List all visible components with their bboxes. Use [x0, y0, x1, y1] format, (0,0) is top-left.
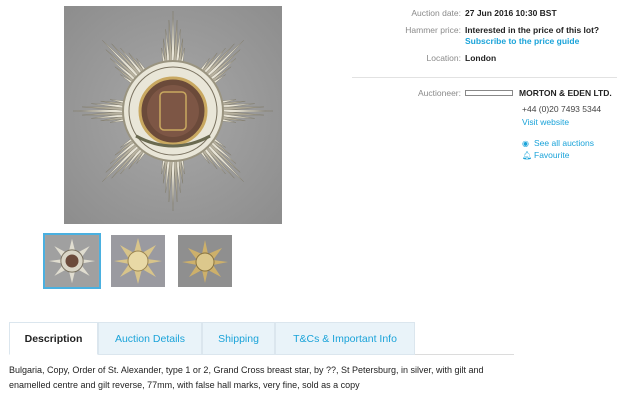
hammer-price-label: Hammer price:	[405, 25, 461, 35]
auctioneer-label: Auctioneer:	[418, 88, 461, 98]
auctioneer-name[interactable]: MORTON & EDEN LTD.	[519, 88, 612, 98]
hammer-price-value: Interested in the price of this lot?	[465, 25, 600, 35]
auction-date-label: Auction date:	[411, 8, 461, 18]
eye-icon: ◉	[522, 139, 529, 148]
thumbnail-1[interactable]	[43, 233, 101, 289]
see-all-auctions-link[interactable]: ◉ See all auctions	[522, 138, 594, 148]
thumbnail-2[interactable]	[111, 235, 165, 287]
tab-auction-details[interactable]: Auction Details	[98, 322, 202, 355]
tab-shipping[interactable]: Shipping	[202, 322, 275, 355]
thumbnail-star-front	[45, 235, 99, 287]
auctioneer-name-container: MORTON & EDEN LTD.	[465, 88, 612, 98]
lot-main-image[interactable]	[64, 6, 282, 224]
tab-description[interactable]: Description	[9, 322, 98, 355]
auction-date-value: 27 Jun 2016 10:30 BST	[465, 8, 557, 18]
favourite-link[interactable]: 🔔︎ Favourite	[522, 150, 569, 160]
thumbnail-star-angled	[178, 235, 232, 287]
visit-website-link[interactable]: Visit website	[522, 117, 569, 127]
location-value: London	[465, 53, 497, 63]
thumbnail-star-reverse	[111, 235, 165, 287]
thumbnail-3[interactable]	[178, 235, 232, 287]
location-label: Location:	[426, 53, 462, 63]
lot-description: Bulgaria, Copy, Order of St. Alexander, …	[9, 365, 484, 390]
auctioneer-phone: +44 (0)20 7493 5344	[522, 104, 602, 114]
details-divider	[352, 77, 617, 78]
tab-terms-and-info[interactable]: T&Cs & Important Info	[275, 322, 415, 355]
lot-tabs: Description Auction Details Shipping T&C…	[9, 322, 514, 355]
auctioneer-logo	[465, 89, 513, 96]
favourite-label: Favourite	[534, 150, 570, 160]
subscribe-price-guide-link[interactable]: Subscribe to the price guide	[465, 36, 579, 46]
star-badge-image	[64, 6, 282, 224]
see-all-auctions-label: See all auctions	[534, 138, 595, 148]
bell-icon: 🔔︎	[522, 151, 533, 160]
